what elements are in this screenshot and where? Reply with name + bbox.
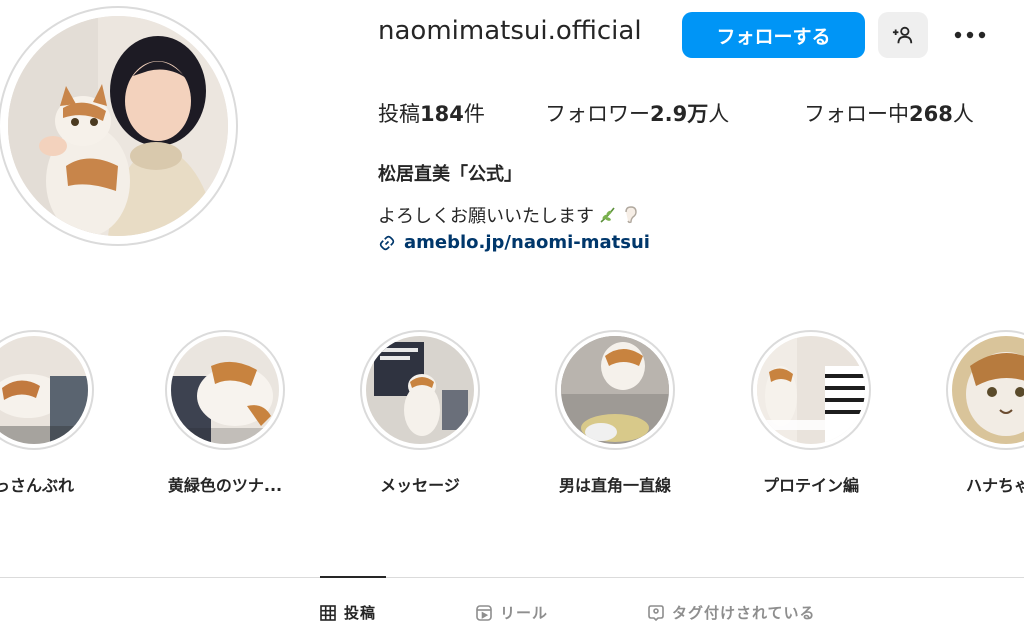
tab-posts-label: 投稿 bbox=[344, 604, 377, 622]
highlight-cover bbox=[366, 336, 474, 444]
story-highlight[interactable]: 男は直角一直線 bbox=[553, 330, 677, 496]
follow-button[interactable]: フォローする bbox=[682, 12, 865, 58]
highlight-cover bbox=[171, 336, 279, 444]
more-options-button[interactable] bbox=[948, 20, 992, 50]
story-highlight[interactable]: 黄緑色のツナ... bbox=[163, 330, 287, 496]
highlight-cover bbox=[0, 336, 88, 444]
story-highlight[interactable]: っさんぶれ bbox=[0, 330, 96, 496]
posts-count: 投稿184件 bbox=[378, 102, 485, 126]
more-icon bbox=[954, 31, 986, 39]
followers-count[interactable]: フォロワー2.9万人 bbox=[545, 98, 729, 128]
tab-tagged-label: タグ付けされている bbox=[672, 604, 816, 622]
highlight-cover bbox=[561, 336, 669, 444]
reels-icon bbox=[476, 604, 492, 621]
full-name: 松居直美「公式」 bbox=[378, 164, 522, 185]
ear-icon bbox=[625, 206, 637, 224]
highlight-cover bbox=[757, 336, 865, 444]
herb-icon bbox=[600, 207, 615, 223]
tab-reels-label: リール bbox=[500, 604, 549, 622]
tagged-icon bbox=[648, 604, 664, 621]
tab-tagged[interactable]: タグ付けされている bbox=[648, 602, 816, 623]
profile-stats: 投稿184件 フォロワー2.9万人 フォロー中268人 bbox=[0, 98, 1024, 132]
following-count[interactable]: フォロー中268人 bbox=[804, 98, 974, 128]
highlight-label: メッセージ bbox=[380, 476, 460, 495]
tabs-divider bbox=[0, 577, 1024, 578]
bio-text: よろしくお願いいたします bbox=[378, 202, 638, 228]
tab-posts[interactable]: 投稿 bbox=[320, 602, 376, 623]
highlight-label: っさんぶれ bbox=[0, 476, 74, 495]
highlight-label: 黄緑色のツナ... bbox=[167, 476, 283, 495]
grid-icon bbox=[320, 604, 336, 621]
external-link[interactable]: ameblo.jp/naomi-matsui bbox=[378, 232, 650, 253]
link-icon bbox=[379, 235, 395, 250]
story-highlight[interactable]: プロテイン編 bbox=[749, 330, 873, 496]
tab-reels[interactable]: リール bbox=[476, 602, 548, 623]
suggest-users-button[interactable] bbox=[878, 12, 928, 58]
bio-text-content: よろしくお願いいたします bbox=[378, 206, 594, 227]
story-highlight[interactable]: ハナちゃん bbox=[944, 330, 1024, 496]
highlight-cover bbox=[952, 336, 1024, 444]
username: naomimatsui.official bbox=[378, 16, 642, 46]
highlight-label: 男は直角一直線 bbox=[558, 476, 671, 495]
story-highlight[interactable]: メッセージ bbox=[358, 330, 482, 496]
add-person-icon bbox=[892, 26, 913, 44]
highlight-label: プロテイン編 bbox=[762, 476, 859, 495]
active-tab-indicator bbox=[320, 576, 386, 578]
highlight-label: ハナちゃん bbox=[965, 476, 1024, 495]
link-text[interactable]: ameblo.jp/naomi-matsui bbox=[404, 232, 650, 253]
